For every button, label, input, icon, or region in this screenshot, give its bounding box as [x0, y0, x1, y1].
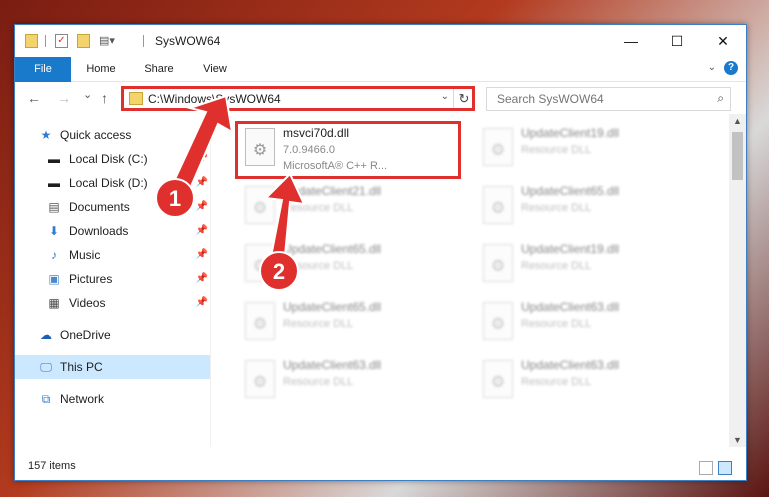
step-badge-1: 1 — [155, 178, 195, 218]
annotation-arrows — [168, 94, 306, 268]
step-badge-2: 2 — [259, 251, 299, 291]
